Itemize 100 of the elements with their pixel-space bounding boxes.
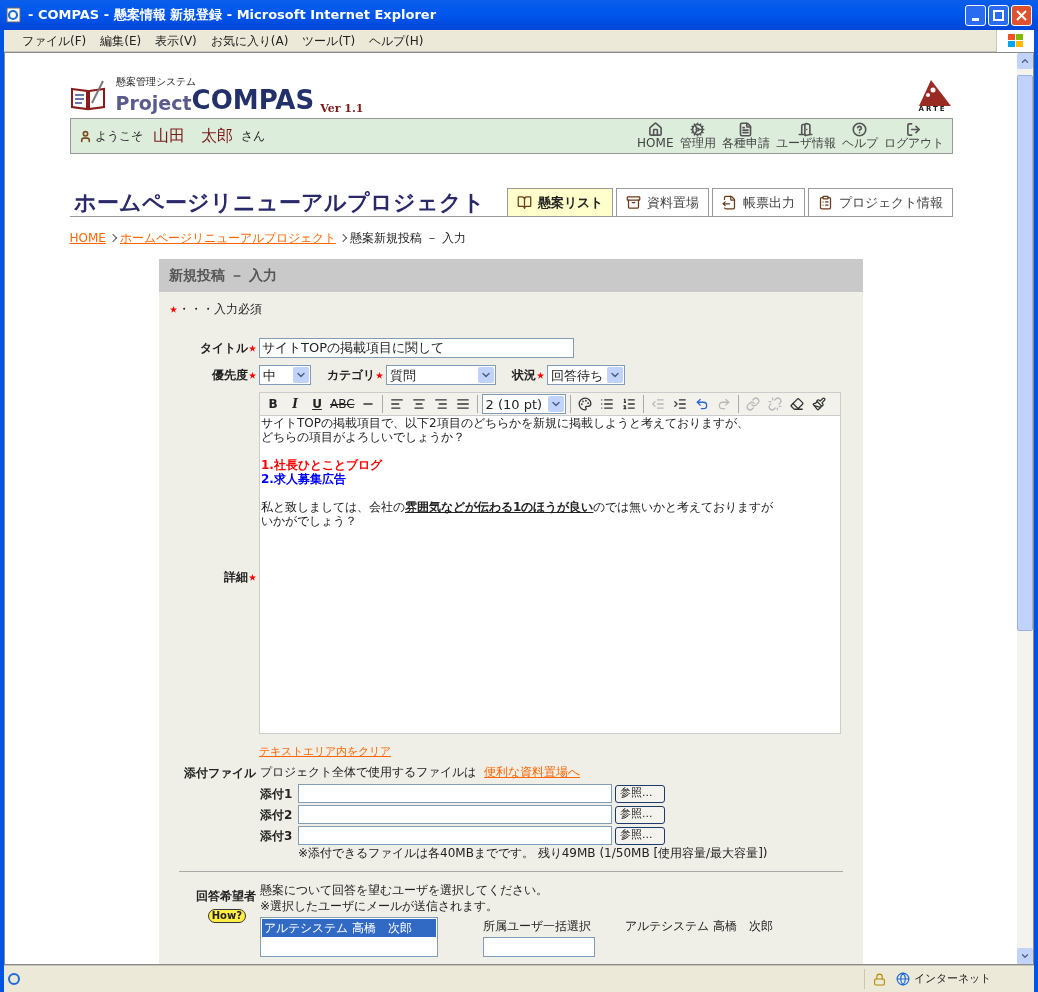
- security-zone: インターネット: [914, 970, 991, 987]
- mascot-bubble: How?: [207, 909, 246, 923]
- dropdown-select[interactable]: 回答待ち: [547, 365, 625, 385]
- attachment-label: 添付2: [260, 806, 294, 824]
- document-icon: [738, 122, 753, 137]
- honorific-text: さん: [240, 128, 265, 145]
- eraser-icon: [789, 397, 804, 411]
- lock-icon: [873, 972, 886, 986]
- field-label: 優先度: [212, 367, 248, 384]
- help-icon: [852, 122, 867, 137]
- clipboard-icon: [817, 195, 833, 210]
- maximize-icon: [993, 9, 1004, 21]
- file-input[interactable]: [298, 826, 612, 845]
- minimize-icon: [972, 17, 979, 21]
- menu-item[interactable]: 編集(E): [94, 31, 148, 50]
- project-title: ホームページリニューアルプロジェクト: [73, 192, 485, 214]
- logo-version: Ver 1.1: [320, 100, 364, 117]
- nav-tab[interactable]: 資料置場: [615, 188, 709, 216]
- attachment-intro: プロジェクト全体で使用するファイルは: [260, 764, 476, 781]
- unlink-icon: [767, 397, 782, 411]
- book-icon: [516, 195, 532, 210]
- header-nav-link[interactable]: ユーザ情報: [775, 122, 836, 150]
- logo-prefix: Project: [115, 94, 192, 113]
- format-toggle[interactable]: B: [263, 395, 283, 413]
- required-legend: ・・・入力必須: [178, 300, 262, 318]
- home-icon: [647, 122, 663, 137]
- nav-tab[interactable]: プロジェクト情報: [807, 188, 953, 216]
- rich-text-editor[interactable]: サイトTOPの掲載項目で、以下2項目のどちらかを新規に掲載しようと考えておりますが、 どちらの項目がよろしいでしょうか？ 1.社長ひとことブログ 2.求人募集広告 私と致しましては、会社の雰囲気などが伝わる1のほうが良いのでは無いかと考えておりますが いかがでしょう？: [259, 416, 841, 734]
- browse-button[interactable]: 参照...: [615, 784, 665, 803]
- user-name: 山田 太郎: [152, 125, 233, 147]
- align-justify-icon: [455, 397, 470, 411]
- menu-item[interactable]: 表示(V): [149, 31, 203, 50]
- file-input[interactable]: [298, 784, 612, 803]
- cabinet-icon: [625, 195, 641, 210]
- page-icon: [7, 972, 21, 986]
- globe-icon: [896, 972, 910, 986]
- dropdown-select[interactable]: 中: [259, 365, 311, 385]
- font-size-select[interactable]: 2 (10 pt): [481, 394, 566, 414]
- align-center-icon: [411, 397, 426, 411]
- format-toggle[interactable]: U: [307, 395, 327, 413]
- menu-item[interactable]: ファイル(F): [16, 31, 93, 50]
- scroll-thumb[interactable]: [1017, 75, 1033, 631]
- browser-icon: [6, 7, 22, 23]
- nav-tab[interactable]: 帳票出力: [711, 188, 805, 216]
- header-nav-link[interactable]: ログアウト: [883, 122, 944, 150]
- title-input[interactable]: サイトTOPの掲載項目に関して: [259, 338, 574, 358]
- window-title: - COMPAS - 懸案情報 新規登録 - Microsoft Internet Explorer: [28, 6, 438, 25]
- field-label: 回答希望者: [196, 888, 256, 905]
- editor-text-line: どちらの項目がよろしいでしょうか？: [261, 430, 466, 444]
- attachment-note: ※添付できるファイルは各40MBまでです。 残り49MB (1/50MB [使用容量/最大容量]): [298, 846, 768, 860]
- palette-icon: [577, 397, 592, 411]
- user-icon: [78, 129, 92, 143]
- field-label: 詳細: [224, 569, 248, 586]
- attachment-label: 添付1: [260, 785, 294, 803]
- menu-item[interactable]: お気に入り(A): [204, 31, 295, 50]
- header-nav-link[interactable]: 各種申請: [721, 122, 770, 150]
- menu-item[interactable]: ヘルプ(H): [363, 31, 430, 50]
- book-quill-icon: [69, 79, 106, 111]
- brush-icon: [811, 397, 826, 411]
- scroll-down-button[interactable]: [1017, 948, 1033, 964]
- format-toggle[interactable]: ABC: [329, 395, 356, 413]
- align-right-icon: [433, 397, 448, 411]
- field-label: 状況: [512, 367, 536, 384]
- greeting-text: ようこそ: [94, 128, 143, 145]
- document-arrow-icon: [721, 195, 737, 210]
- close-icon: [1016, 9, 1027, 21]
- format-toggle[interactable]: I: [285, 395, 305, 413]
- scroll-up-button[interactable]: [1017, 53, 1033, 69]
- group-select[interactable]: [483, 937, 595, 957]
- outdent-icon: [650, 397, 665, 411]
- responder-instruction: 懸案について回答を望むユーザを選択してください。: [260, 882, 549, 899]
- logout-icon: [906, 122, 921, 137]
- header-nav-link[interactable]: HOME: [637, 122, 674, 150]
- breadcrumb-current: 懸案新規投稿 － 入力: [349, 230, 466, 247]
- attachment-label: 添付3: [260, 827, 294, 845]
- panel-header: 新規投稿 － 入力: [159, 259, 863, 292]
- link-icon: [745, 397, 760, 411]
- redo-icon: [716, 397, 731, 411]
- editor-list-line: 1.社長ひとことブログ: [261, 458, 384, 472]
- undo-icon: [694, 397, 709, 411]
- responder-note: ※選択したユーザにメールが送信されます。: [260, 899, 500, 913]
- windows-flag-icon: [1006, 32, 1025, 49]
- numbered-list-icon: [621, 397, 636, 411]
- editor-text-line: サイトTOPの掲載項目で、以下2項目のどちらかを新規に掲載しようと考えておりますが、: [261, 416, 750, 430]
- nav-tab[interactable]: 懸案リスト: [506, 188, 613, 216]
- header-nav-link[interactable]: 管理用: [679, 122, 716, 150]
- user-option[interactable]: アルテシステム 高橋 次郎: [262, 919, 436, 937]
- group-select-label: 所属ユーザ一括選択: [483, 918, 592, 935]
- close-button[interactable]: [1011, 4, 1032, 26]
- maximize-button[interactable]: [988, 4, 1009, 26]
- header-nav-link[interactable]: ヘルプ: [841, 122, 878, 150]
- file-input[interactable]: [298, 805, 612, 824]
- browse-button[interactable]: 参照...: [615, 826, 665, 845]
- minimize-button[interactable]: [965, 4, 986, 26]
- menu-item[interactable]: ツール(T): [296, 31, 362, 50]
- browse-button[interactable]: 参照...: [615, 805, 665, 824]
- align-left-icon: [389, 397, 404, 411]
- indent-icon: [672, 397, 687, 411]
- dropdown-select[interactable]: 質問: [386, 365, 496, 385]
- bullet-list-icon: [599, 397, 614, 411]
